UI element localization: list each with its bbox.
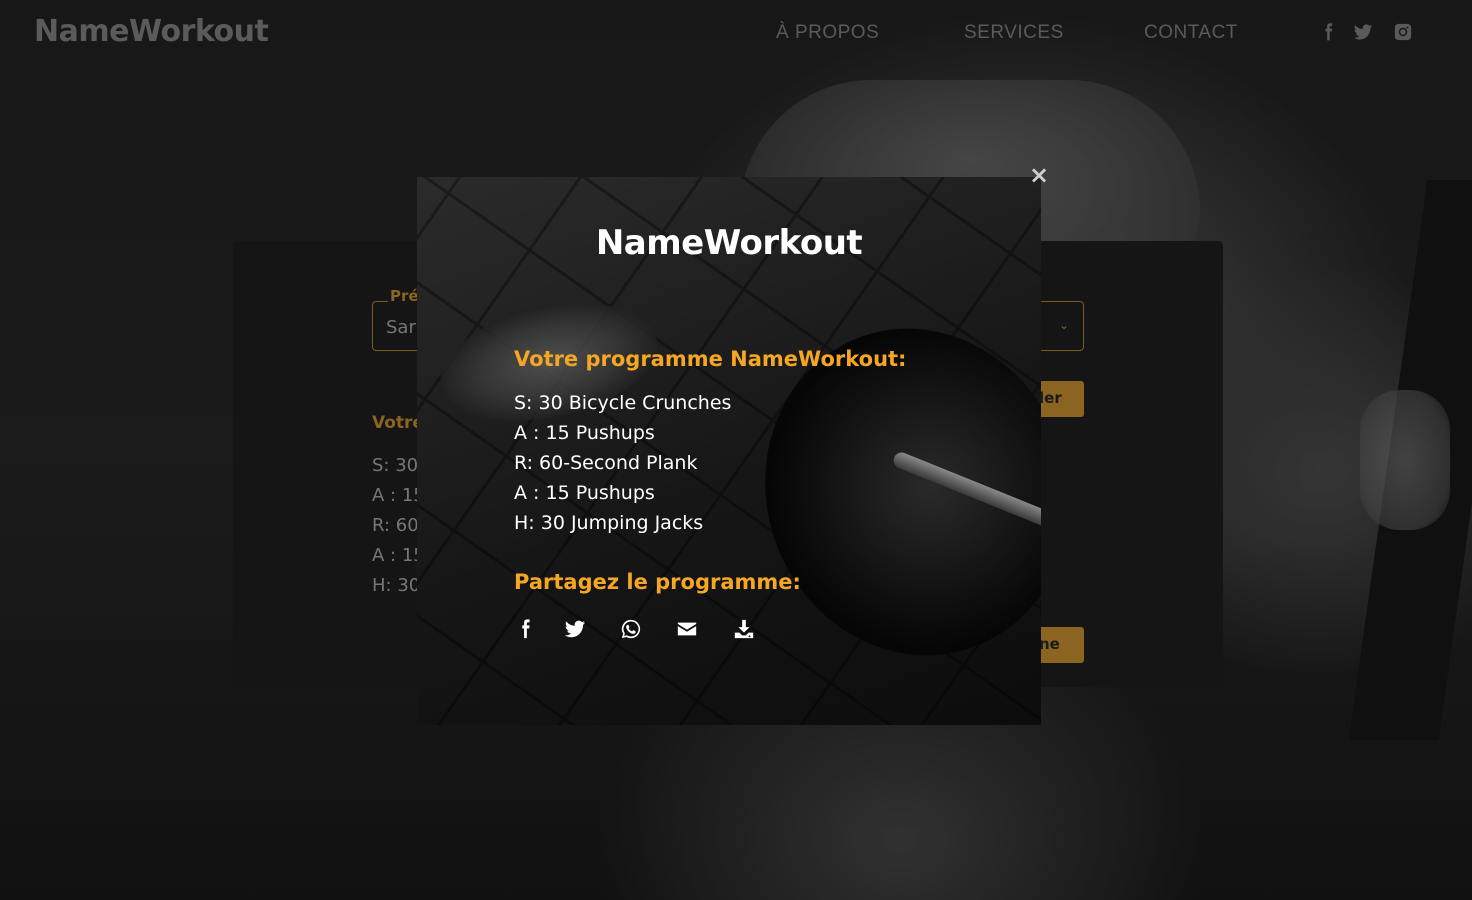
list-item: A : 15 Pushups <box>514 482 655 504</box>
list-item: R: 60-Second Plank <box>514 452 698 474</box>
download-icon[interactable] <box>733 618 755 644</box>
chevron-down-icon: ⌄ <box>1059 318 1070 332</box>
list-item: H: 30 Jumping Jacks <box>514 512 704 534</box>
facebook-icon[interactable] <box>514 618 536 644</box>
list-item: A : 15 Pushups <box>514 422 655 444</box>
firstname-label: Pré <box>388 287 421 305</box>
firstname-value[interactable]: Sar <box>386 317 416 338</box>
close-icon[interactable]: × <box>1028 163 1050 187</box>
twitter-icon[interactable] <box>564 618 586 644</box>
email-icon[interactable] <box>676 618 698 644</box>
program-modal: NameWorkout Votre programme NameWorkout:… <box>417 177 1041 725</box>
whatsapp-icon[interactable] <box>620 618 642 644</box>
list-item: S: 30 Bicycle Crunches <box>514 392 732 414</box>
modal-program-list: S: 30 Bicycle Crunches A : 15 Pushups R:… <box>514 388 731 538</box>
share-title: Partagez le programme: <box>514 570 801 594</box>
modal-logo: NameWorkout <box>595 223 863 263</box>
modal-subtitle: Votre programme NameWorkout: <box>514 347 907 371</box>
